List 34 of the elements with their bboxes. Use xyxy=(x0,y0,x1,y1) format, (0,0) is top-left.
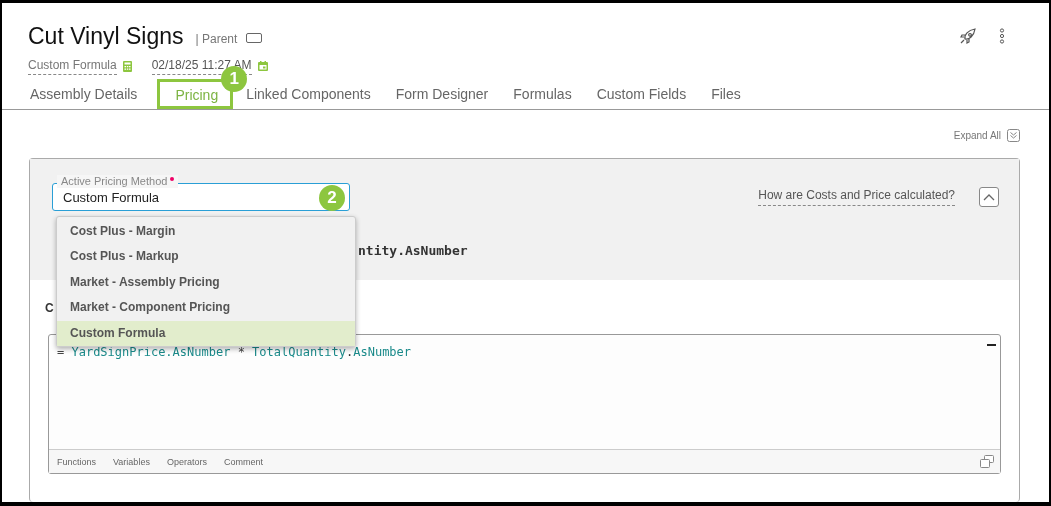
step-badge: 2 xyxy=(319,185,345,211)
formula-summary: ntity.AsNumber xyxy=(358,243,468,258)
field-label: Active Pricing Method xyxy=(57,175,179,188)
page-title: Cut Vinyl Signs xyxy=(28,22,184,50)
tab[interactable]: Assembly Details xyxy=(28,79,150,109)
help-link[interactable]: How are Costs and Price calculated? xyxy=(758,188,955,206)
editor-tool-button[interactable]: Comment xyxy=(223,456,263,467)
editor-tool-button[interactable]: Operators xyxy=(166,456,207,467)
rectangle-icon xyxy=(246,33,263,43)
tab[interactable]: Formulas xyxy=(511,79,584,109)
code-line: = YardSignPrice.AsNumber * TotalQuantity.AsNumber xyxy=(56,344,412,361)
parent-label: | Parent xyxy=(195,31,238,46)
tab[interactable]: Custom Fields xyxy=(594,79,699,109)
expand-all-button[interactable]: Expand All xyxy=(953,129,1001,141)
calculator-icon[interactable] xyxy=(122,60,132,72)
field-value: Custom Formula xyxy=(63,189,160,205)
dropdown-option[interactable]: Market - Component Pricing xyxy=(57,295,355,321)
rocket-icon[interactable] xyxy=(959,27,977,45)
copy-icon[interactable] xyxy=(980,455,994,468)
chevron-up-icon xyxy=(983,193,995,201)
dropdown-option[interactable]: Cost Plus - Markup xyxy=(57,244,355,270)
editor-tool-button[interactable]: Variables xyxy=(113,456,150,467)
dropdown-option[interactable]: Market - Assembly Pricing xyxy=(57,269,355,296)
dropdown-option[interactable]: Cost Plus - Margin xyxy=(57,219,355,245)
editor-tool-button[interactable]: Functions xyxy=(57,456,97,467)
tab[interactable]: Files xyxy=(709,79,753,109)
more-options-icon[interactable] xyxy=(999,28,1005,44)
double-chevron-down-icon[interactable] xyxy=(1007,128,1020,142)
collapse-button[interactable] xyxy=(979,187,999,207)
formula-label: C xyxy=(45,301,54,315)
tab[interactable]: Form Designer xyxy=(393,79,501,109)
calendar-icon[interactable] xyxy=(257,61,268,71)
dropdown-option[interactable]: Custom Formula xyxy=(57,320,355,346)
pricing-method-link[interactable]: Custom Formula xyxy=(28,57,117,75)
